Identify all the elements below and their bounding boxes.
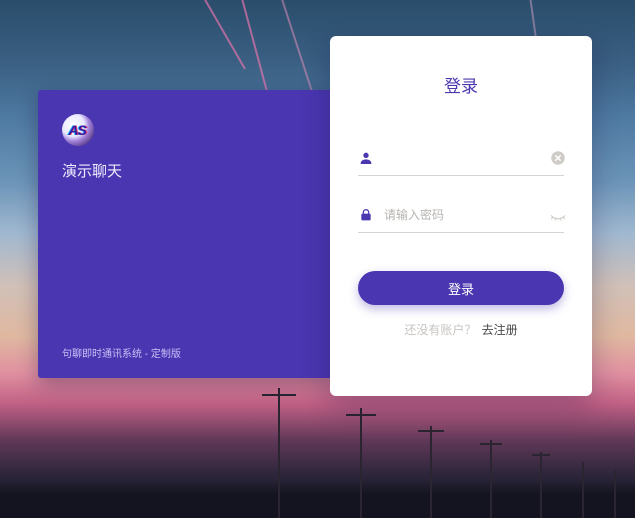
password-input[interactable] [384, 208, 539, 222]
light-pole [614, 470, 616, 518]
register-link[interactable]: 去注册 [482, 323, 518, 337]
light-pole [430, 426, 432, 518]
user-icon [358, 150, 374, 166]
lock-icon [358, 207, 374, 223]
light-crossbar [346, 414, 376, 416]
light-pole [278, 388, 280, 518]
light-crossbar [480, 443, 502, 445]
light-crossbar [418, 430, 444, 432]
eye-closed-icon[interactable] [549, 206, 567, 224]
light-pole [360, 408, 362, 518]
login-button[interactable]: 登录 [358, 271, 564, 305]
login-card: 登录 登录 还没有账户？ 去注册 [330, 36, 592, 396]
register-row: 还没有账户？ 去注册 [358, 321, 564, 338]
light-crossbar [532, 454, 550, 456]
brand-panel: AS 演示聊天 句聊即时通讯系统 - 定制版 [38, 90, 338, 378]
clear-icon[interactable] [549, 149, 567, 167]
username-field-row [358, 143, 564, 176]
light-pole [490, 440, 492, 518]
password-field-row [358, 200, 564, 233]
brand-title: 演示聊天 [62, 160, 318, 181]
brand-logo: AS [62, 114, 94, 146]
brand-footer: 句聊即时通讯系统 - 定制版 [62, 345, 318, 360]
no-account-text: 还没有账户？ [404, 323, 476, 337]
contrail [199, 0, 246, 69]
brand-logo-letters: AS [68, 122, 85, 138]
light-pole [582, 462, 584, 518]
username-input[interactable] [384, 151, 539, 165]
login-title: 登录 [358, 72, 564, 97]
light-pole [540, 452, 542, 518]
light-crossbar [262, 394, 296, 396]
